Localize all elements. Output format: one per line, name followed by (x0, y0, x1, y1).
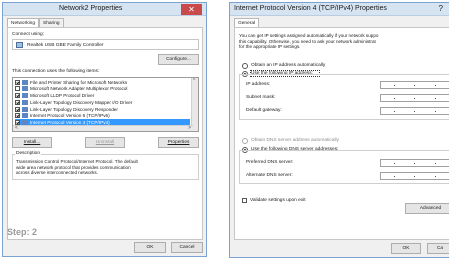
component-row[interactable]: Link-Layer Topology Discovery Responder (15, 106, 190, 113)
tab-sharing[interactable]: Sharing (39, 18, 64, 27)
component-row[interactable]: Microsoft LLDP Protocol Driver (15, 92, 190, 99)
alternate-dns-field[interactable] (380, 172, 449, 180)
subnet-mask-label: Subnet mask: (246, 95, 276, 100)
info-text: You can get IP settings assigned automat… (239, 33, 378, 50)
component-checkbox[interactable] (15, 79, 20, 85)
advanced-button[interactable]: Advanced (405, 203, 449, 214)
component-icon (22, 86, 28, 92)
component-icon (22, 113, 28, 119)
cancel-button[interactable]: Cancel (171, 242, 203, 253)
component-row[interactable]: Link-Layer Topology Discovery Mapper I/O… (15, 99, 190, 106)
general-panel: You can get IP settings assigned automat… (234, 27, 449, 240)
component-checkbox[interactable] (15, 86, 20, 92)
uninstall-label: Uninstall (95, 140, 115, 145)
ip-address-label: IP address: (246, 82, 271, 87)
uninstall-button[interactable]: Uninstall (85, 137, 125, 148)
tab-general[interactable]: General (234, 18, 260, 27)
ipv4-properties-dialog: Internet Protocol Version 4 (TCP/IPv4) P… (229, 2, 449, 258)
tab-strip: General (234, 18, 260, 27)
vertical-scrollbar[interactable]: ^ (191, 78, 198, 131)
help-icon[interactable]: ? (439, 4, 443, 13)
default-gateway-label: Default gateway: (246, 108, 282, 113)
install-label: Install... (23, 140, 41, 145)
network-adapter-icon (16, 42, 23, 48)
scroll-up-icon[interactable]: ^ (193, 78, 195, 84)
default-gateway-field[interactable] (380, 107, 449, 115)
description-group: Description Transmission Control Protoco… (12, 151, 199, 180)
scroll-right-icon[interactable]: > (188, 125, 191, 131)
title-bar[interactable]: Internet Protocol Version 4 (TCP/IPv4) P… (230, 3, 449, 16)
validate-label[interactable]: Validate settings upon exit (250, 198, 306, 203)
info-line: You can get IP settings assigned automat… (239, 33, 379, 38)
preferred-dns-label: Preferred DNS server: (246, 160, 294, 165)
ok-button[interactable]: OK (134, 242, 166, 253)
properties-label: Properties (167, 140, 190, 145)
obtain-ip-auto-label[interactable]: Obtain an IP address automatically (251, 63, 325, 68)
network-properties-dialog: Network2 Properties ✕ Networking Sharing… (2, 2, 207, 257)
obtain-dns-auto-label[interactable]: Obtain DNS server address automatically (251, 138, 339, 143)
cancel-button[interactable]: Ca (427, 243, 449, 254)
description-line: across diverse interconnected networks. (16, 170, 98, 176)
validate-checkbox[interactable] (242, 198, 247, 203)
components-list[interactable]: File and Printer Sharing for Microsoft N… (12, 77, 199, 132)
component-label: Microsoft LLDP Protocol Driver (30, 93, 95, 99)
component-checkbox[interactable] (15, 106, 20, 112)
subnet-mask-field[interactable] (380, 94, 449, 102)
component-label: File and Printer Sharing for Microsoft N… (30, 79, 128, 85)
description-text: Transmission Control Protocol/Internet P… (16, 159, 138, 176)
tab-networking[interactable]: Networking (7, 18, 39, 27)
component-icon (22, 99, 28, 105)
component-label: Link-Layer Topology Discovery Mapper I/O… (30, 99, 133, 105)
ip-address-field[interactable] (380, 81, 449, 89)
install-button[interactable]: Install... (12, 137, 52, 148)
horizontal-scrollbar[interactable]: < > (13, 125, 193, 131)
component-row[interactable]: File and Printer Sharing for Microsoft N… (15, 79, 190, 86)
tab-strip: Networking Sharing (7, 18, 64, 27)
dialog-title: Internet Protocol Version 4 (TCP/IPv4) P… (234, 5, 387, 12)
ok-button[interactable]: OK (391, 243, 421, 254)
component-icon (22, 93, 28, 99)
component-row[interactable]: Microsoft Network Adapter Multiplexor Pr… (15, 86, 190, 93)
title-bar[interactable]: Network2 Properties ✕ (3, 3, 206, 16)
component-icon (22, 106, 28, 112)
adapter-field: Realtek USB GBE Family Controller (12, 39, 199, 50)
obtain-dns-auto-radio[interactable] (242, 138, 248, 144)
connect-using-label: Connect using: (12, 32, 44, 37)
properties-button[interactable]: Properties (158, 137, 199, 148)
component-checkbox[interactable] (15, 113, 20, 119)
component-label: Link-Layer Topology Discovery Responder (30, 106, 118, 112)
close-icon[interactable]: ✕ (181, 4, 202, 15)
step-label: Step: 2 (7, 227, 38, 237)
component-checkbox[interactable] (15, 99, 20, 105)
component-label: Internet Protocol Version 6 (TCP/IPv6) (30, 113, 110, 119)
info-line: for the appropriate IP settings. (239, 44, 301, 50)
items-label: This connection uses the following items… (12, 69, 100, 74)
component-checkbox[interactable] (15, 93, 20, 99)
obtain-ip-auto-radio[interactable] (242, 63, 248, 69)
alternate-dns-label: Alternate DNS server: (246, 173, 293, 178)
component-icon (22, 79, 28, 85)
dialog-title: Network2 Properties (59, 5, 123, 12)
configure-button[interactable]: Configure... (158, 54, 199, 65)
networking-panel: Connect using: Realtek USB GBE Family Co… (7, 27, 203, 240)
description-line: Transmission Control Protocol/Internet P… (16, 159, 138, 164)
component-row[interactable]: Internet Protocol Version 6 (TCP/IPv6) (15, 113, 190, 120)
description-title: Description (15, 151, 41, 156)
component-label: Microsoft Network Adapter Multiplexor Pr… (30, 86, 128, 92)
adapter-name: Realtek USB GBE Family Controller (27, 42, 104, 48)
scroll-left-icon[interactable]: < (15, 125, 18, 131)
preferred-dns-field[interactable] (380, 159, 449, 167)
